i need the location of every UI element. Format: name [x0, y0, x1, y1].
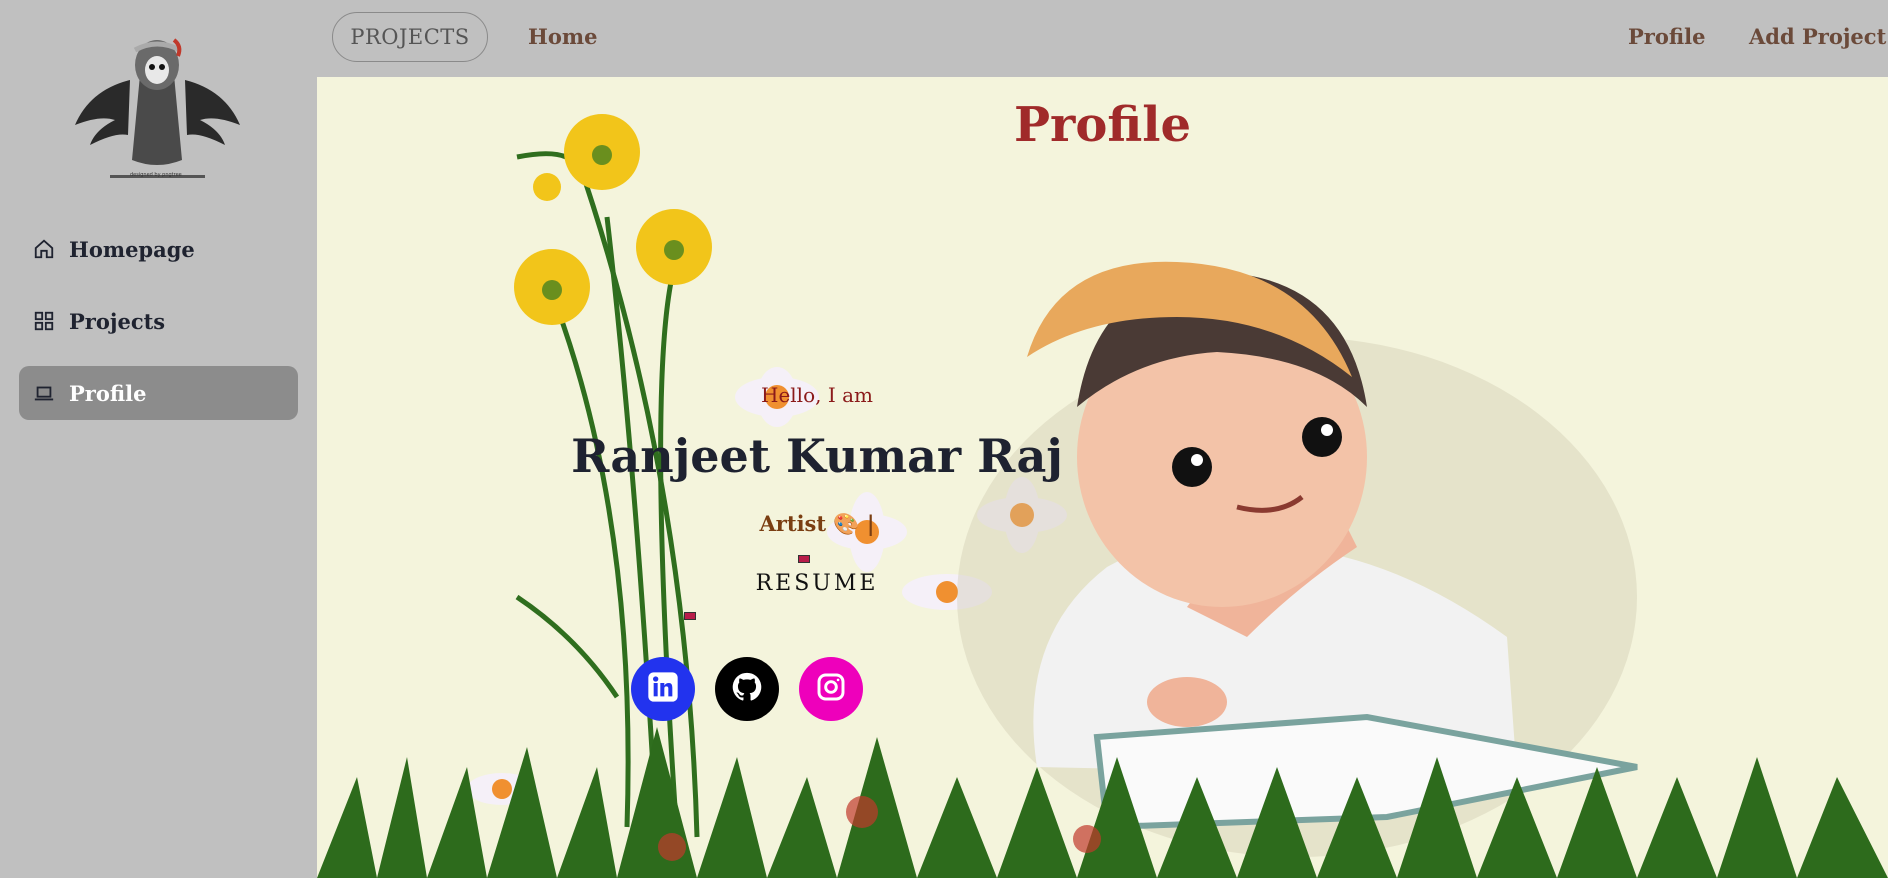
page-title: Profile — [1013, 97, 1192, 153]
profile-link[interactable]: Profile — [1628, 24, 1705, 49]
main-content: Profile Hello, I am Ranjeet Kumar Raj Ar… — [317, 77, 1888, 878]
resume-corner-bottom — [684, 612, 696, 620]
github-button[interactable] — [715, 657, 779, 721]
sidebar-item-homepage[interactable]: Homepage — [19, 222, 298, 276]
linkedin-icon — [647, 671, 679, 707]
sidebar-item-projects[interactable]: Projects — [19, 294, 298, 348]
sidebar-item-label: Projects — [69, 308, 166, 334]
logo-grim-reaper: designed by pngtree — [70, 20, 245, 185]
instagram-icon — [815, 671, 847, 707]
sidebar-item-label: Homepage — [69, 236, 195, 262]
sidebar: designed by pngtree Homepage Projects Pr… — [0, 0, 317, 878]
sidebar-item-profile[interactable]: Profile — [19, 366, 298, 420]
resume-button[interactable]: RESUME — [692, 571, 942, 596]
instagram-button[interactable] — [799, 657, 863, 721]
sidebar-item-label: Profile — [69, 380, 147, 406]
projects-pill-button[interactable]: PROJECTS — [332, 12, 488, 62]
profile-role: Artist 🎨 | — [759, 511, 875, 536]
profile-name: Ranjeet Kumar Raj — [571, 429, 1063, 483]
top-navbar: PROJECTS Home Profile Add Project — [317, 0, 1888, 77]
grid-icon — [32, 309, 56, 333]
home-link[interactable]: Home — [528, 24, 597, 49]
laptop-icon — [32, 381, 56, 405]
add-project-link[interactable]: Add Project — [1749, 24, 1886, 49]
home-icon — [32, 237, 56, 261]
logo-caption: designed by pngtree — [130, 172, 182, 178]
sidebar-nav: Homepage Projects Profile — [19, 222, 298, 438]
resume-corner-top — [798, 555, 810, 563]
greeting-text: Hello, I am — [761, 383, 873, 407]
linkedin-button[interactable] — [631, 657, 695, 721]
github-icon — [730, 670, 764, 708]
